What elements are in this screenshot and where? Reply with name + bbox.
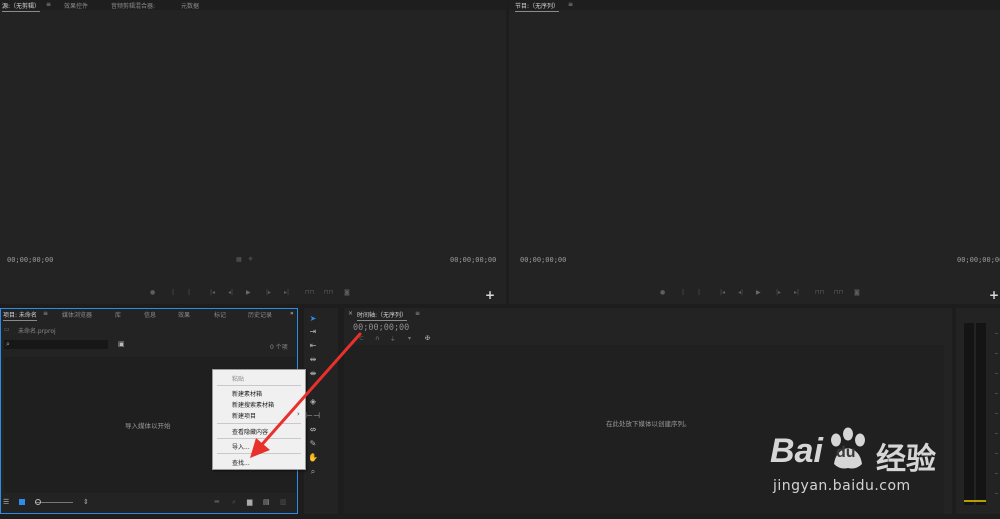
watermark-logo-text: Bai [770,432,823,470]
watermark-url: jingyan.baidu.com [773,478,911,494]
baidu-watermark: Bai du 经验 jingyan.baidu.com [770,424,995,514]
watermark-logo-text2: du [836,444,856,461]
watermark-logo-cn: 经验 [876,442,936,477]
